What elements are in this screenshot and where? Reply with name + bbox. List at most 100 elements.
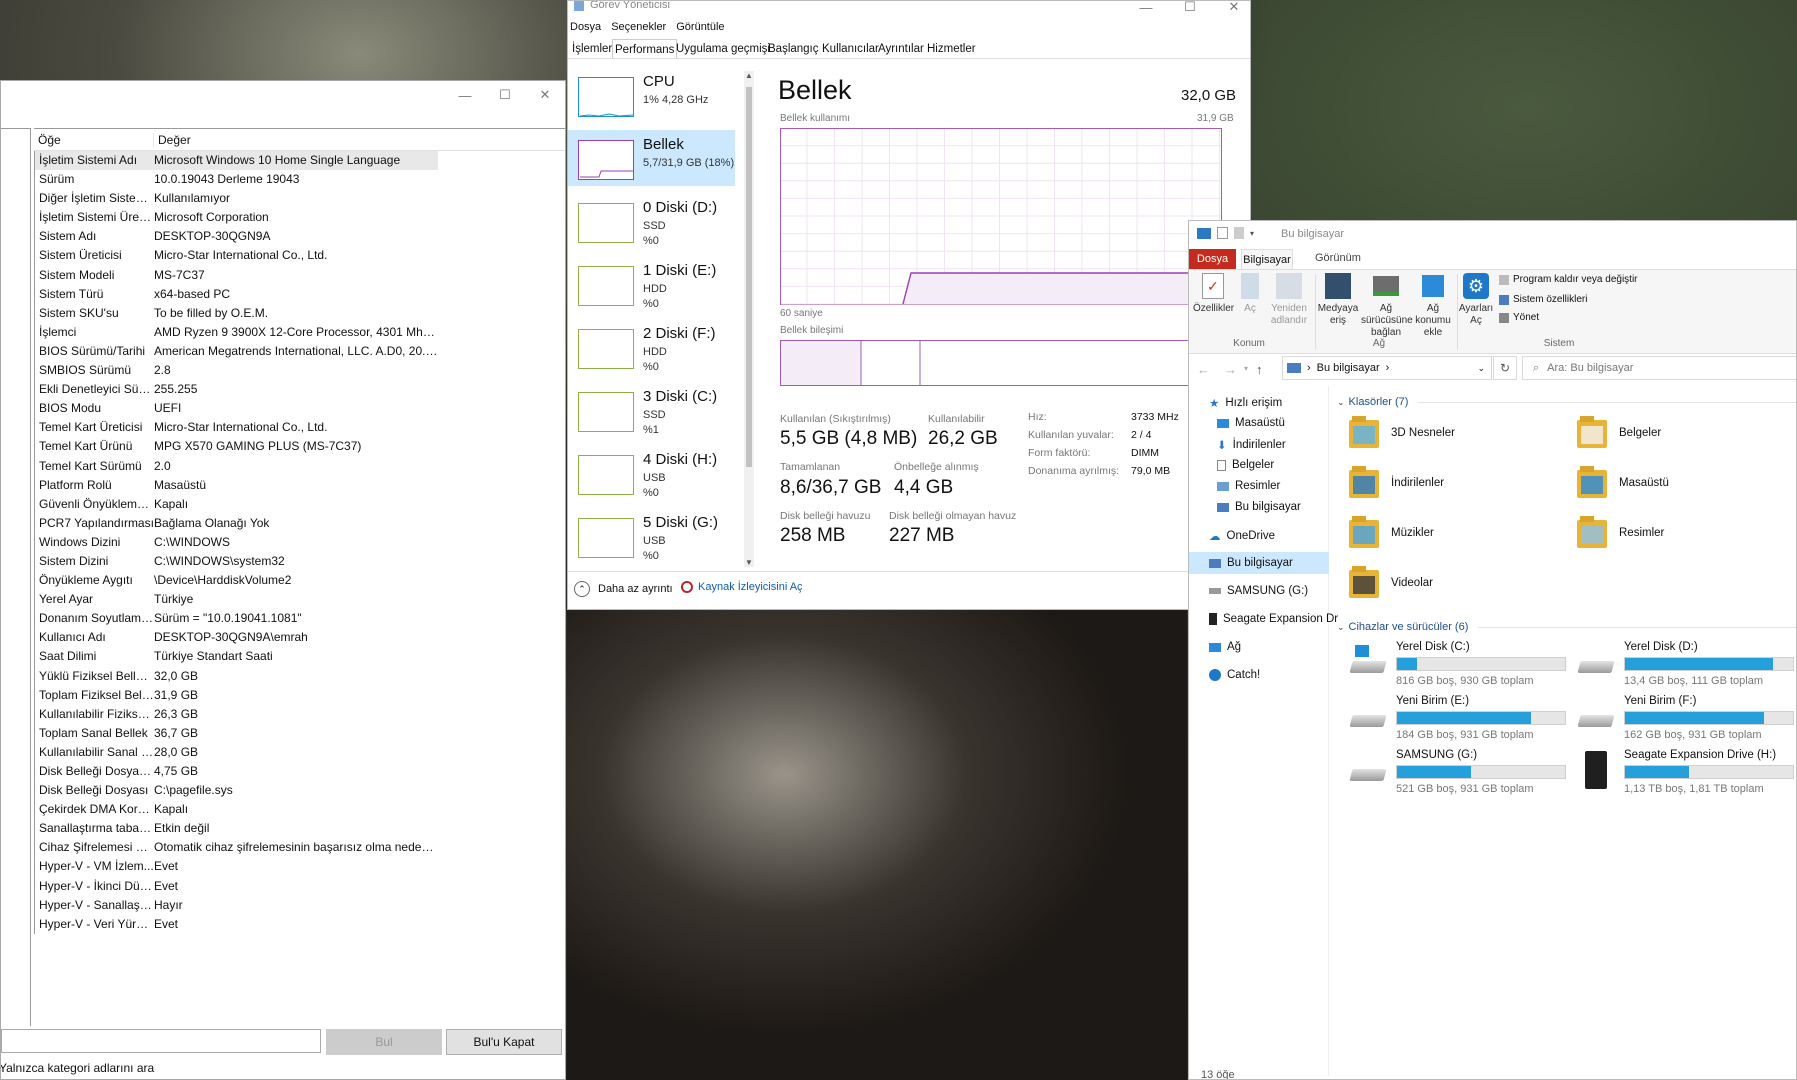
menu-file[interactable]: Dosya — [570, 21, 601, 33]
menu-view[interactable]: Görüntüle — [676, 21, 724, 33]
search-box[interactable]: ⌕ Ara: Bu bilgisayar — [1522, 356, 1796, 380]
drive-item[interactable]: Yeni Birim (F:) 162 GB boş, 931 GB toplam — [1577, 695, 1796, 745]
breadcrumb-this-pc[interactable]: Bu bilgisayar — [1317, 362, 1380, 374]
table-row[interactable]: Windows Dizini C:\WINDOWS — [35, 533, 438, 552]
perf-item[interactable]: 5 Diski (G:) USB %0 — [568, 508, 735, 564]
manage-ribbon-button[interactable]: Yönet — [1499, 312, 1539, 323]
close-button[interactable]: ✕ — [523, 81, 565, 109]
table-row[interactable]: Önyükleme Aygıtı \Device\HarddiskVolume2 — [35, 571, 438, 590]
chevron-down-icon[interactable]: ▾ — [1250, 229, 1254, 238]
table-row[interactable]: İşletim Sistemi Adı Microsoft Windows 10 … — [35, 151, 438, 171]
nav-catch[interactable]: Catch! — [1209, 669, 1260, 681]
nav-samsung-drive[interactable]: SAMSUNG (G:) — [1209, 585, 1308, 597]
tab-services[interactable]: Hizmetler — [925, 39, 978, 59]
drive-item[interactable]: SAMSUNG (G:) 521 GB boş, 931 GB toplam — [1349, 749, 1569, 799]
drive-item[interactable]: Seagate Expansion Drive (H:) 1,13 TB boş,… — [1577, 749, 1796, 799]
table-row[interactable]: Kullanıcı Adı DESKTOP-30QGN9A\emrah — [35, 628, 438, 647]
tab-details[interactable]: Ayrıntılar — [876, 39, 926, 59]
minimize-button[interactable]: — — [443, 81, 487, 109]
resource-monitor-link[interactable]: Kaynak İzleyicisini Aç — [681, 581, 803, 593]
table-row[interactable]: Hyper-V - Sanallaştır... Hayır — [35, 896, 438, 915]
table-row[interactable]: Sistem Modeli MS-7C37 — [35, 266, 438, 285]
drive-item[interactable]: Yerel Disk (D:) 13,4 GB boş, 111 GB topla… — [1577, 641, 1796, 691]
nav-quick-access[interactable]: ★ Hızlı erişim — [1209, 396, 1282, 410]
folder-item[interactable]: 3D Nesneler — [1349, 416, 1455, 450]
folder-item[interactable]: Masaüstü — [1577, 466, 1669, 500]
drive-item[interactable]: Yeni Birim (E:) 184 GB boş, 931 GB toplam — [1349, 695, 1569, 745]
minimize-button[interactable]: — — [1124, 1, 1168, 21]
folder-item[interactable]: İndirilenler — [1349, 466, 1444, 500]
close-button[interactable]: ✕ — [1212, 1, 1250, 21]
uninstall-ribbon-button[interactable]: Program kaldır veya değiştir — [1499, 274, 1638, 285]
table-row[interactable]: BIOS Modu UEFI — [35, 399, 438, 418]
new-folder-icon[interactable] — [1234, 227, 1244, 239]
sidebar-scrollbar[interactable]: ▲ ▼ — [744, 71, 754, 567]
search-category-checkbox-label[interactable]: Yalnızca kategori adlarını ara — [1, 1061, 154, 1075]
perf-item[interactable]: CPU 1% 4,28 GHz — [568, 67, 735, 123]
table-row[interactable]: Sistem Dizini C:\WINDOWS\system32 — [35, 552, 438, 571]
tab-startup[interactable]: Başlangıç — [766, 39, 821, 59]
column-header[interactable]: Öğe Değer — [34, 129, 565, 151]
nav-network[interactable]: Ağ — [1209, 641, 1241, 653]
table-row[interactable]: Kullanılabilir Sanal B... 28,0 GB — [35, 743, 438, 762]
tab-file[interactable]: Dosya — [1189, 249, 1236, 269]
properties-ribbon-button[interactable]: ✓ Özellikler — [1193, 273, 1234, 315]
properties-icon[interactable] — [1217, 227, 1228, 239]
rename-ribbon-button[interactable]: Yeniden adlandır — [1267, 273, 1311, 327]
tab-users[interactable]: Kullanıcılar — [820, 39, 881, 59]
folder-item[interactable]: Belgeler — [1577, 416, 1661, 450]
table-row[interactable]: Sürüm 10.0.19043 Derleme 19043 — [35, 170, 438, 189]
perf-item[interactable]: 2 Diski (F:) HDD %0 — [568, 319, 735, 375]
table-row[interactable]: Disk Belleği Dosyası ... 4,75 GB — [35, 762, 438, 781]
table-row[interactable]: Hyper-V - VM İzlem... Evet — [35, 857, 438, 876]
column-header-value[interactable]: Değer — [154, 133, 191, 147]
chevron-down-icon[interactable]: ⌄ — [1477, 363, 1485, 374]
media-ribbon-button[interactable]: Medyaya eriş — [1317, 273, 1359, 327]
forward-button[interactable]: → — [1224, 362, 1237, 377]
table-row[interactable]: İşlemci AMD Ryzen 9 3900X 12-Core Process… — [35, 323, 438, 342]
nav-this-pc[interactable]: Bu bilgisayar — [1209, 557, 1293, 569]
tab-performance[interactable]: Performans — [612, 39, 678, 59]
refresh-button[interactable]: ↻ — [1493, 356, 1517, 380]
table-row[interactable]: BIOS Sürümü/Tarihi American Megatrends In… — [35, 342, 438, 361]
table-row[interactable]: Diğer İşletim Sistemi... Kullanılamıyor — [35, 189, 438, 208]
tab-view[interactable]: Görünüm — [1315, 252, 1361, 264]
drive-item[interactable]: Yerel Disk (C:) 816 GB boş, 930 GB toplam — [1349, 641, 1569, 691]
find-input[interactable] — [1, 1029, 321, 1053]
column-header-item[interactable]: Öğe — [34, 132, 154, 147]
nav-seagate-drive[interactable]: Seagate Expansion Dr — [1209, 613, 1338, 625]
maximize-button[interactable]: ☐ — [483, 81, 527, 109]
table-row[interactable]: Temel Kart Üreticisi Micro-Star Internati… — [35, 418, 438, 437]
table-row[interactable]: Disk Belleği Dosyası C:\pagefile.sys — [35, 781, 438, 800]
table-row[interactable]: Donanım Soyutlama... Sürüm = "10.0.19041.… — [35, 609, 438, 628]
back-button[interactable]: ← — [1197, 362, 1210, 377]
folder-item[interactable]: Müzikler — [1349, 516, 1434, 550]
scroll-down-arrow[interactable]: ▼ — [745, 558, 753, 567]
recent-locations-button[interactable]: ▾ — [1244, 364, 1248, 373]
close-find-button[interactable]: Bul'u Kapat — [446, 1029, 562, 1055]
table-row[interactable]: Toplam Fiziksel Bellek 31,9 GB — [35, 686, 438, 705]
folders-group-header[interactable]: ⌄ Klasörler (7) — [1337, 396, 1796, 408]
tab-processes[interactable]: İşlemler — [570, 39, 614, 59]
fewer-details-button[interactable]: ⌃ Daha az ayrıntı — [574, 581, 673, 597]
table-row[interactable]: Temel Kart Ürünü MPG X570 GAMING PLUS (MS… — [35, 437, 438, 456]
table-row[interactable]: Sistem Üreticisi Micro-Star International… — [35, 246, 438, 265]
perf-item[interactable]: 1 Diski (E:) HDD %0 — [568, 256, 735, 312]
table-row[interactable]: Temel Kart Sürümü 2.0 — [35, 457, 438, 476]
table-row[interactable]: Cihaz Şifrelemesi De... Otomatik cihaz şi… — [35, 838, 438, 857]
table-row[interactable]: SMBIOS Sürümü 2.8 — [35, 361, 438, 380]
maximize-button[interactable]: ☐ — [1168, 1, 1212, 21]
add-location-ribbon-button[interactable]: Ağ konumu ekle — [1411, 273, 1455, 339]
scroll-thumb[interactable] — [746, 87, 752, 467]
perf-item[interactable]: 0 Diski (D:) SSD %0 — [568, 193, 735, 249]
table-row[interactable]: Yüklü Fiziksel Bellek ... 32,0 GB — [35, 667, 438, 686]
perf-item[interactable]: 3 Diski (C:) SSD %1 — [568, 382, 735, 438]
settings-ribbon-button[interactable]: ⚙ Ayarları Aç — [1457, 273, 1495, 327]
table-row[interactable]: Hyper-V - Veri Yürüt... Evet — [35, 915, 438, 934]
table-row[interactable]: Saat Dilimi Türkiye Standart Saati — [35, 647, 438, 666]
table-row[interactable]: Kullanılabilir Fiziksel ... 26,3 GB — [35, 705, 438, 724]
table-row[interactable]: Yerel Ayar Türkiye — [35, 590, 438, 609]
nav-downloads[interactable]: ⬇ İndirilenler — [1217, 438, 1286, 452]
tab-computer[interactable]: Bilgisayar — [1241, 249, 1293, 270]
scroll-up-arrow[interactable]: ▲ — [745, 71, 753, 80]
